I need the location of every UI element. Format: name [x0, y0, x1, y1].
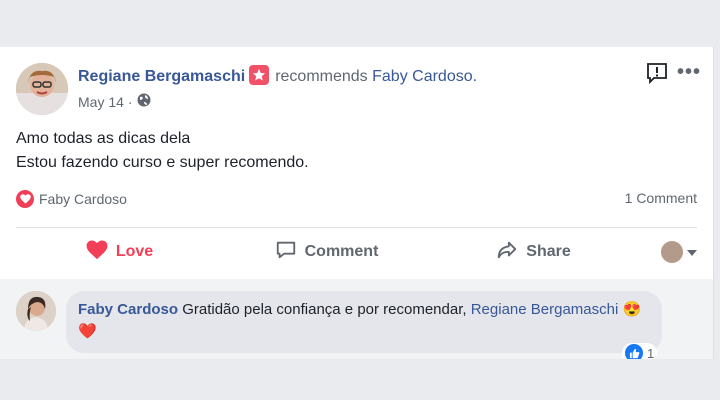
post-body: Amo todas as dicas dela Estou fazendo cu… — [16, 127, 309, 175]
action-bar: Love Comment Share — [16, 229, 697, 275]
reactions-summary: Faby Cardoso 1 Comment — [16, 190, 697, 210]
post-meta: May 14 · — [78, 93, 151, 110]
comment-icon — [275, 239, 297, 266]
comments-count[interactable]: 1 Comment — [625, 190, 697, 206]
meta-separator: · — [127, 93, 133, 110]
comment-bubble: Faby Cardoso Gratidão pela confiança e p… — [66, 291, 662, 353]
globe-icon — [137, 93, 151, 110]
post-text-line: Amo todas as dicas dela — [16, 130, 191, 147]
love-button[interactable]: Love — [16, 239, 223, 265]
like-count: 1 — [647, 345, 655, 360]
post-card: Regiane Bergamaschi recommends Faby Cardo… — [0, 47, 714, 359]
post-text-line: Estou fazendo curso e super recomendo. — [16, 154, 309, 171]
recommended-page-link[interactable]: Faby Cardoso. — [372, 68, 477, 85]
more-options-icon[interactable]: ••• — [677, 62, 701, 82]
like-icon — [625, 344, 643, 359]
divider — [16, 227, 697, 228]
comment-label: Comment — [304, 243, 379, 260]
recommends-text: recommends — [275, 68, 368, 85]
post-date[interactable]: May 14 — [78, 94, 124, 110]
post-author[interactable]: Regiane Bergamaschi — [78, 68, 245, 85]
post-header: Regiane Bergamaschi recommends Faby Cardo… — [78, 65, 477, 86]
share-button[interactable]: Share — [430, 239, 637, 266]
comment-section: Faby Cardoso Gratidão pela confiança e p… — [0, 279, 713, 359]
share-icon — [496, 239, 518, 266]
audience-selector[interactable] — [637, 241, 697, 263]
comment-text: Gratidão pela confiança e por recomendar… — [182, 301, 467, 318]
love-label: Love — [115, 243, 154, 260]
comment-author[interactable]: Faby Cardoso — [78, 301, 178, 318]
comment-mention[interactable]: Regiane Bergamaschi — [471, 301, 619, 318]
chevron-down-icon — [687, 243, 697, 261]
reaction-list[interactable]: Faby Cardoso — [16, 190, 127, 208]
recommendation-icon — [249, 65, 270, 85]
comment-button[interactable]: Comment — [223, 239, 430, 266]
love-reaction-icon — [16, 190, 34, 208]
profile-avatar-small — [661, 241, 683, 263]
reactor-name: Faby Cardoso — [39, 191, 127, 207]
share-label: Share — [526, 243, 571, 260]
commenter-avatar[interactable] — [16, 291, 56, 331]
author-avatar[interactable] — [16, 63, 68, 115]
comment-like-count[interactable]: 1 — [622, 343, 658, 360]
heart-icon — [86, 239, 108, 265]
post-options: ••• — [645, 61, 701, 85]
report-icon[interactable] — [645, 61, 667, 85]
